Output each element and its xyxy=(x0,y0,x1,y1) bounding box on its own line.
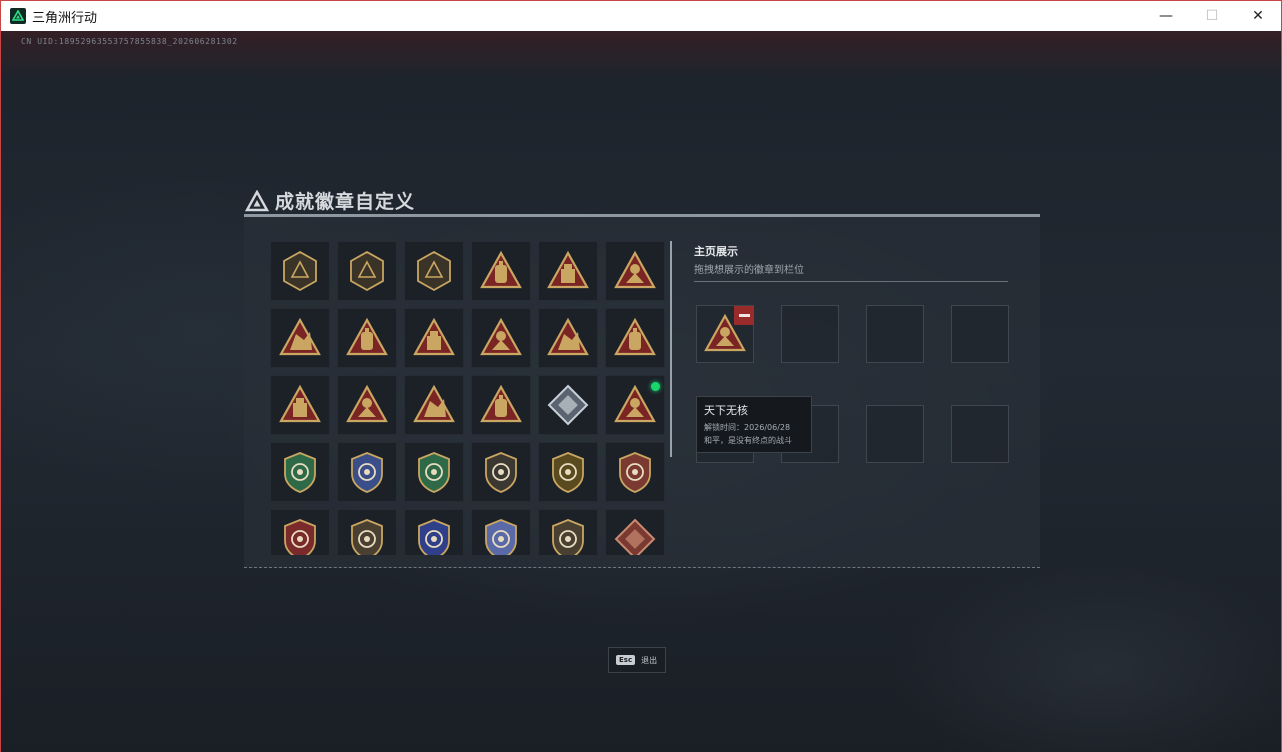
badge-cell[interactable] xyxy=(270,241,330,301)
triangle-emblem-badge-icon xyxy=(278,249,322,293)
badge-tooltip: 天下无核 解锁时间：2026/06/28 和平，是没有终点的战斗 xyxy=(696,396,812,453)
badge-cell[interactable] xyxy=(471,241,531,301)
panel-header: 成就徽章自定义 xyxy=(245,187,415,214)
badge-cell[interactable] xyxy=(404,375,464,435)
blue-cross-badge-icon xyxy=(345,517,389,555)
esc-key-icon: Esc xyxy=(616,655,636,665)
badge-cell[interactable] xyxy=(605,241,665,301)
badge-cell[interactable] xyxy=(471,509,531,555)
badge-cell[interactable] xyxy=(270,375,330,435)
badge-cell[interactable] xyxy=(337,308,397,368)
badge-cell[interactable] xyxy=(538,308,598,368)
stars-shield-badge-icon xyxy=(412,450,456,494)
minus-icon xyxy=(738,314,750,317)
badge-cell[interactable] xyxy=(337,241,397,301)
trophy-badge-icon xyxy=(412,316,456,360)
tooltip-description: 和平，是没有终点的战斗 xyxy=(704,436,792,445)
drone-badge-icon xyxy=(278,316,322,360)
badge-cell[interactable] xyxy=(337,509,397,555)
game-viewport: CN UID:18952963553757855838_202606281302… xyxy=(0,31,1282,752)
display-slot[interactable] xyxy=(696,305,754,363)
panel-title: 成就徽章自定义 xyxy=(275,191,416,213)
badge-cell[interactable] xyxy=(270,509,330,555)
star-medal-badge-icon xyxy=(278,450,322,494)
badge-cell[interactable] xyxy=(538,241,598,301)
remove-badge-button[interactable] xyxy=(734,306,754,325)
gold-wings-badge-icon xyxy=(546,517,590,555)
badge-cell[interactable] xyxy=(605,442,665,502)
badge-cell[interactable] xyxy=(538,509,598,555)
badge-cell[interactable] xyxy=(404,241,464,301)
badge-cell[interactable] xyxy=(270,308,330,368)
badge-customize-panel: 主页展示 拖拽想展示的徽章到栏位 天下无核 解锁时间：2026/06/28 和平… xyxy=(244,214,1040,568)
badge-cell[interactable] xyxy=(471,308,531,368)
delta-logo-icon xyxy=(245,189,269,211)
display-section-title: 主页展示 xyxy=(694,245,738,258)
badge-cell[interactable] xyxy=(404,308,464,368)
backpack-badge-icon xyxy=(546,249,590,293)
skull-target-badge-icon xyxy=(613,450,657,494)
badge-cell[interactable] xyxy=(270,442,330,502)
helmet-badge-icon xyxy=(479,316,523,360)
soldier-badge-icon xyxy=(345,383,389,427)
app-logo-icon xyxy=(10,8,26,24)
badge-cell[interactable] xyxy=(337,442,397,502)
dark-shield-badge-icon xyxy=(479,517,523,555)
window-titlebar: 三角洲行动 — ☐ ✕ xyxy=(0,0,1282,31)
badge-cell[interactable] xyxy=(538,442,598,502)
display-slot[interactable] xyxy=(781,305,839,363)
silver-cube-badge-icon xyxy=(546,383,590,427)
badge-cell[interactable] xyxy=(538,375,598,435)
tooltip-badge-name: 天下无核 xyxy=(704,404,748,417)
badge-grid[interactable] xyxy=(270,241,670,555)
hand-sign-badge-icon xyxy=(345,316,389,360)
blue-shield-badge-icon xyxy=(479,450,523,494)
badge-cell[interactable] xyxy=(404,509,464,555)
chevron-shield-badge-icon xyxy=(345,450,389,494)
badge-cell[interactable] xyxy=(471,442,531,502)
display-slot[interactable] xyxy=(951,405,1009,463)
badge-cell[interactable] xyxy=(605,308,665,368)
exit-button[interactable]: Esc 退出 xyxy=(608,647,666,673)
green-rifle-badge-icon xyxy=(412,517,456,555)
badge-grid-scrollbar[interactable] xyxy=(670,241,672,457)
fire-extinguisher-badge-icon xyxy=(613,383,657,427)
vest-56-badge-icon xyxy=(479,249,523,293)
display-slot[interactable] xyxy=(951,305,1009,363)
tooltip-unlock-time: 解锁时间：2026/06/28 xyxy=(704,423,791,432)
bronze-coin-badge-icon xyxy=(546,450,590,494)
badge-cell[interactable] xyxy=(605,509,665,555)
new-indicator-dot xyxy=(651,382,660,391)
display-slot[interactable] xyxy=(866,305,924,363)
display-section-subtitle: 拖拽想展示的徽章到栏位 xyxy=(694,265,804,276)
badge-cell[interactable] xyxy=(404,442,464,502)
green-wreath-badge-icon xyxy=(278,517,322,555)
exit-label: 退出 xyxy=(641,655,658,665)
runner-badge-icon xyxy=(546,316,590,360)
uid-label: CN UID:18952963553757855838_202606281302 xyxy=(21,37,238,46)
shield-arrow-badge-icon xyxy=(412,249,456,293)
minimize-button[interactable]: — xyxy=(1143,1,1189,31)
close-button[interactable]: ✕ xyxy=(1235,1,1281,31)
helicopter-badge-icon xyxy=(345,249,389,293)
display-slot[interactable] xyxy=(866,405,924,463)
badge-cell[interactable] xyxy=(471,375,531,435)
squad-badge-icon xyxy=(412,383,456,427)
team-badge-icon xyxy=(479,383,523,427)
case-badge-icon xyxy=(613,249,657,293)
window-title: 三角洲行动 xyxy=(32,10,98,26)
badge-cell[interactable] xyxy=(337,375,397,435)
red-diamond-badge-icon xyxy=(613,517,657,555)
badge-cell[interactable] xyxy=(605,375,665,435)
maximize-button[interactable]: ☐ xyxy=(1189,1,1235,31)
supply-box-badge-icon xyxy=(278,383,322,427)
number-one-badge-icon xyxy=(613,316,657,360)
divider xyxy=(694,281,1008,282)
